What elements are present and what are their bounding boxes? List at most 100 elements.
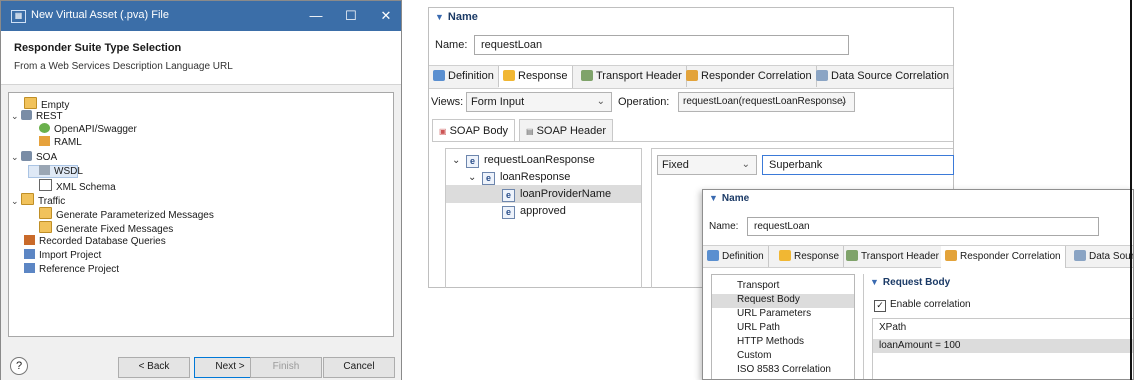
data-source-icon	[1074, 250, 1086, 261]
close-icon[interactable]: ✕	[375, 6, 397, 26]
tree-item-xml-schema[interactable]: XML Schema	[39, 179, 116, 193]
reference-project-icon	[24, 263, 35, 273]
tree-item-raml[interactable]: RAML	[39, 136, 82, 149]
back-button[interactable]: < Back	[118, 357, 190, 378]
list-item-http-methods[interactable]: HTTP Methods	[737, 335, 804, 349]
chevron-down-icon: ⌄	[839, 96, 848, 107]
chevron-down-icon[interactable]: ⌄	[11, 110, 21, 123]
subtab-divider	[432, 141, 953, 142]
request-body-header[interactable]: ▼ Request Body	[864, 274, 950, 290]
new-virtual-asset-wizard: ▦ New Virtual Asset (.pva) File — ☐ ✕ Re…	[0, 0, 402, 380]
subtab-soap-body[interactable]: ▣ SOAP Body	[432, 119, 516, 142]
cancel-button[interactable]: Cancel	[323, 357, 395, 378]
openapi-icon	[39, 123, 50, 133]
rest-icon	[21, 110, 32, 120]
tree-item-generate-parameterized[interactable]: Generate Parameterized Messages	[39, 207, 214, 221]
chevron-down-icon[interactable]: ⌄	[11, 195, 21, 208]
tree-item-soa[interactable]: ⌄ SOA	[11, 151, 57, 164]
fixed-value-input[interactable]: Superbank	[762, 155, 954, 175]
tab-responder-correlation[interactable]: Responder Correlation	[682, 66, 817, 87]
list-item-iso8583[interactable]: ISO 8583 Correlation	[737, 363, 831, 377]
chevron-down-icon[interactable]: ⌄	[452, 153, 466, 169]
list-item-request-body[interactable]: Request Body	[737, 293, 800, 307]
list-item-url-parameters[interactable]: URL Parameters	[737, 307, 811, 321]
name-section-header[interactable]: ▼ Name	[703, 190, 749, 206]
window-edge-divider	[1130, 0, 1132, 380]
collapse-triangle-icon[interactable]: ▼	[870, 277, 879, 287]
tree-item-reference-project[interactable]: Reference Project	[24, 263, 119, 276]
finish-button[interactable]: Finish	[250, 357, 322, 378]
transport-header-icon	[581, 70, 593, 81]
tree-item-recorded-db[interactable]: Recorded Database Queries	[24, 235, 166, 248]
tab-response[interactable]: Response	[499, 66, 573, 88]
responder-correlation-editor: ▼ Name Name: requestLoan Definition Respo…	[702, 189, 1134, 380]
xpath-table: XPath loanAmount = 100	[872, 318, 1133, 379]
message-tree[interactable]: ⌄ e requestLoanResponse ⌄ e loanResponse e lo…	[445, 148, 642, 288]
collapse-triangle-icon[interactable]: ▼	[435, 12, 444, 22]
traffic-folder-icon	[21, 193, 34, 205]
definition-icon	[433, 70, 445, 81]
list-item-transport[interactable]: Transport	[737, 279, 779, 293]
list-item-custom[interactable]: Custom	[737, 349, 771, 363]
tree-node-requestloanresponse[interactable]: ⌄ e requestLoanResponse	[452, 152, 595, 168]
responder-correlation-icon	[686, 70, 698, 81]
suite-type-tree[interactable]: Empty ⌄ REST OpenAPI/Swagger RAML ⌄ SOA WS…	[8, 92, 394, 337]
minimize-icon[interactable]: —	[305, 6, 327, 26]
operation-label: Operation:	[618, 96, 670, 108]
maximize-icon[interactable]: ☐	[340, 6, 362, 26]
tree-node-approved[interactable]: e approved	[502, 203, 566, 219]
tree-node-loanresponse[interactable]: ⌄ e loanResponse	[468, 169, 570, 185]
tab-data-source-correlation[interactable]: Data Sour	[1070, 246, 1133, 267]
response-icon	[503, 70, 515, 81]
tree-node-loanprovidername[interactable]: e loanProviderName	[502, 186, 611, 202]
tree-item-rest[interactable]: ⌄ REST	[11, 110, 63, 123]
tab-definition[interactable]: Definition	[703, 246, 769, 267]
tree-item-wsdl[interactable]: WSDL	[39, 165, 83, 178]
operation-select[interactable]: requestLoan(requestLoanResponse) ⌄	[678, 92, 855, 112]
name-field[interactable]: requestLoan	[474, 35, 849, 55]
wizard-titlebar: ▦ New Virtual Asset (.pva) File — ☐ ✕	[1, 1, 401, 31]
chevron-down-icon: ⌄	[596, 96, 605, 107]
name-label: Name:	[709, 221, 739, 232]
transport-header-icon	[846, 250, 858, 261]
chevron-down-icon[interactable]: ⌄	[11, 151, 21, 164]
collapse-triangle-icon[interactable]: ▼	[709, 193, 718, 203]
editor-tabs: Definition Response Transport Header Res…	[429, 65, 955, 89]
help-icon[interactable]: ?	[10, 357, 28, 375]
chevron-down-icon[interactable]: ⌄	[468, 170, 482, 186]
tree-item-empty[interactable]: Empty	[24, 97, 69, 111]
tab-transport-header[interactable]: Transport Header	[577, 66, 687, 87]
tab-definition[interactable]: Definition	[429, 66, 499, 87]
list-item-url-path[interactable]: URL Path	[737, 321, 780, 335]
enable-correlation-checkbox[interactable]: ✓ Enable correlation	[874, 298, 971, 312]
tab-transport-header[interactable]: Transport Header	[842, 246, 944, 267]
name-label: Name:	[435, 39, 468, 51]
soap-header-icon: ▤	[526, 127, 534, 136]
editor-tabs: Definition Response Transport Header Res…	[703, 245, 1133, 268]
soa-icon	[21, 151, 32, 161]
database-icon	[24, 235, 35, 245]
table-row[interactable]: loanAmount = 100	[873, 339, 1133, 353]
checkbox-checked-icon[interactable]: ✓	[874, 300, 886, 312]
tree-item-traffic[interactable]: ⌄ Traffic	[11, 193, 65, 208]
name-section-header[interactable]: ▼ Name	[429, 8, 478, 26]
tree-item-openapi[interactable]: OpenAPI/Swagger	[39, 123, 137, 136]
tree-item-generate-fixed[interactable]: Generate Fixed Messages	[39, 221, 173, 235]
tab-response[interactable]: Response	[775, 246, 845, 267]
soap-icon: ▣	[439, 127, 447, 136]
value-mode-select[interactable]: Fixed ⌄	[657, 155, 757, 175]
element-icon: e	[482, 172, 495, 185]
views-label: Views:	[431, 96, 464, 108]
folder-icon	[39, 221, 52, 233]
tab-data-source-correlation[interactable]: Data Source Correlation	[812, 66, 955, 87]
views-select[interactable]: Form Input ⌄	[466, 92, 612, 112]
wizard-title: New Virtual Asset (.pva) File	[31, 9, 169, 21]
name-field[interactable]: requestLoan	[747, 217, 1099, 236]
subtab-soap-header[interactable]: ▤ SOAP Header	[519, 119, 614, 142]
element-icon: e	[502, 189, 515, 202]
tree-item-import-project[interactable]: Import Project	[24, 249, 101, 262]
element-icon: e	[466, 155, 479, 168]
raml-icon	[39, 136, 50, 146]
tab-responder-correlation[interactable]: Responder Correlation	[941, 246, 1066, 268]
folder-icon	[39, 207, 52, 219]
